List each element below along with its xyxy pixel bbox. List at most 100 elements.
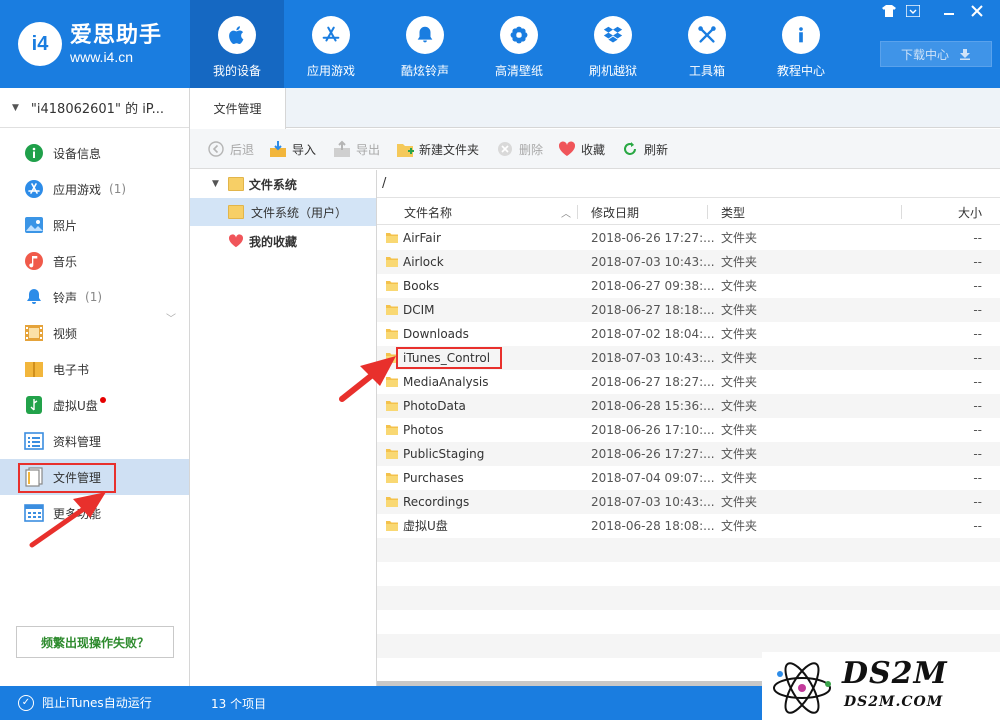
file-size: -- xyxy=(973,447,982,461)
table-row[interactable]: AirFair 2018-06-26 17:27:... 文件夹 -- xyxy=(377,226,1000,250)
refresh-icon xyxy=(621,140,639,158)
file-name: Purchases xyxy=(403,471,464,485)
table-row[interactable]: Downloads 2018-07-02 18:04:... 文件夹 -- xyxy=(377,322,1000,346)
sidebar-item-apps[interactable]: 应用游戏 (1) xyxy=(0,171,189,207)
help-failure-button[interactable]: 频繁出现操作失败？ xyxy=(16,626,174,658)
import-button[interactable]: 导入 xyxy=(269,139,316,159)
nav-my-device[interactable]: 我的设备 xyxy=(190,0,284,88)
file-size: -- xyxy=(973,303,982,317)
watermark-url: DS2M.COM xyxy=(844,694,944,710)
file-date: 2018-06-27 18:27:... xyxy=(591,375,715,389)
import-icon xyxy=(269,140,287,158)
close-icon[interactable] xyxy=(966,2,988,20)
tree-item-favorites[interactable]: 我的收藏 xyxy=(190,227,376,255)
table-row[interactable]: PublicStaging 2018-06-26 17:27:... 文件夹 -- xyxy=(377,442,1000,466)
device-selector[interactable]: ▼ "i418062601" 的 iP... xyxy=(0,88,189,128)
file-name: MediaAnalysis xyxy=(403,375,489,389)
logo-title: 爱思助手 xyxy=(70,23,163,48)
sidebar-item-more[interactable]: 更多功能 xyxy=(0,495,189,531)
download-center-button[interactable]: 下载中心 xyxy=(880,41,992,67)
file-type: 文件夹 xyxy=(721,327,758,341)
table-row[interactable]: MediaAnalysis 2018-06-27 18:27:... 文件夹 -- xyxy=(377,370,1000,394)
empty-row xyxy=(377,562,1000,586)
file-name: 虚拟U盘 xyxy=(403,519,448,533)
tools-icon xyxy=(688,16,726,54)
table-row[interactable]: PhotoData 2018-06-28 15:36:... 文件夹 -- xyxy=(377,394,1000,418)
file-name: PhotoData xyxy=(403,399,466,413)
column-type[interactable]: 类型 xyxy=(721,199,745,225)
tree-item-filesystem-user[interactable]: 文件系统（用户） xyxy=(190,198,376,226)
nav-ringtones[interactable]: 酷炫铃声 xyxy=(378,0,472,88)
nav-flash-jailbreak[interactable]: 刷机越狱 xyxy=(566,0,660,88)
app-logo: i4 爱思助手 www.i4.cn xyxy=(18,18,188,70)
tab-file-management[interactable]: 文件管理 xyxy=(190,88,286,129)
folder-icon xyxy=(386,449,398,459)
file-name: AirFair xyxy=(403,231,441,245)
empty-row xyxy=(377,586,1000,610)
file-type: 文件夹 xyxy=(721,495,758,509)
download-icon xyxy=(960,49,970,60)
sidebar-item-virtual-usb[interactable]: 虚拟U盘 xyxy=(0,387,189,423)
table-row[interactable]: 虚拟U盘 2018-06-28 18:08:... 文件夹 -- xyxy=(377,514,1000,538)
check-icon: ✓ xyxy=(18,694,34,711)
export-button[interactable]: 导出 xyxy=(333,139,380,159)
back-arrow-icon xyxy=(207,140,225,158)
table-row[interactable]: Purchases 2018-07-04 09:07:... 文件夹 -- xyxy=(377,466,1000,490)
sidebar-item-data-management[interactable]: 资料管理 xyxy=(0,423,189,459)
table-row[interactable]: Books 2018-06-27 09:38:... 文件夹 -- xyxy=(377,274,1000,298)
sidebar-item-ebooks[interactable]: 电子书 xyxy=(0,351,189,387)
file-name: PublicStaging xyxy=(403,447,485,461)
nav-toolbox[interactable]: 工具箱 xyxy=(660,0,754,88)
column-name[interactable]: 文件名称 xyxy=(404,199,452,225)
delete-button[interactable]: 删除 xyxy=(496,139,543,159)
file-date: 2018-07-03 10:43:... xyxy=(591,255,715,269)
file-type: 文件夹 xyxy=(721,351,758,365)
sort-asc-icon: ︿ xyxy=(561,209,571,220)
tab-bar: 文件管理 xyxy=(190,88,1000,129)
sidebar-item-ringtones[interactable]: 铃声 (1) xyxy=(0,279,189,315)
table-row[interactable]: DCIM 2018-06-27 18:18:... 文件夹 -- xyxy=(377,298,1000,322)
file-name: DCIM xyxy=(403,303,435,317)
new-folder-button[interactable]: 新建文件夹 xyxy=(396,139,479,159)
info-icon xyxy=(782,16,820,54)
block-itunes-toggle[interactable]: ✓ 阻止iTunes自动运行 xyxy=(18,694,152,711)
sidebar-item-music[interactable]: 音乐 xyxy=(0,243,189,279)
sidebar-item-videos[interactable]: 视频 xyxy=(0,315,189,351)
menu-icon[interactable] xyxy=(902,2,924,20)
sidebar-item-photos[interactable]: 照片 xyxy=(0,207,189,243)
minimize-icon[interactable] xyxy=(938,2,960,20)
table-row[interactable]: iTunes_Control 2018-07-03 10:43:... 文件夹 -- xyxy=(377,346,1000,370)
table-row[interactable]: Recordings 2018-07-03 10:43:... 文件夹 -- xyxy=(377,490,1000,514)
file-date: 2018-06-26 17:27:... xyxy=(591,231,715,245)
path-bar[interactable]: / xyxy=(377,170,1000,198)
nav-apps-games[interactable]: 应用游戏 xyxy=(284,0,378,88)
file-size: -- xyxy=(973,327,982,341)
file-type: 文件夹 xyxy=(721,471,758,485)
file-size: -- xyxy=(973,375,982,389)
file-date: 2018-06-27 09:38:... xyxy=(591,279,715,293)
toolbar: 后退 导入 导出 新建文件夹 删除 收藏 刷新 xyxy=(190,129,1000,169)
sidebar-item-file-management[interactable]: 文件管理 xyxy=(0,459,189,495)
nav-wallpapers[interactable]: 高清壁纸 xyxy=(472,0,566,88)
notification-dot xyxy=(99,397,106,403)
nav-tutorials[interactable]: 教程中心 xyxy=(754,0,848,88)
logo-url: www.i4.cn xyxy=(70,49,134,65)
column-date[interactable]: 修改日期 xyxy=(591,199,639,225)
triangle-down-icon: ▼ xyxy=(12,102,19,113)
chevron-down-icon[interactable]: ﹀ xyxy=(166,310,176,325)
folder-icon xyxy=(228,205,244,219)
file-size: -- xyxy=(973,471,982,485)
skin-icon[interactable] xyxy=(878,2,900,20)
favorite-button[interactable]: 收藏 xyxy=(558,139,605,159)
sidebar-item-device-info[interactable]: 设备信息 xyxy=(0,135,189,171)
column-size[interactable]: 大小 xyxy=(958,199,982,225)
file-name: Books xyxy=(403,279,440,293)
refresh-button[interactable]: 刷新 xyxy=(621,139,668,159)
new-folder-icon xyxy=(396,140,414,158)
table-row[interactable]: Photos 2018-06-26 17:10:... 文件夹 -- xyxy=(377,418,1000,442)
back-button[interactable]: 后退 xyxy=(207,139,254,159)
table-row[interactable]: Airlock 2018-07-03 10:43:... 文件夹 -- xyxy=(377,250,1000,274)
watermark: DS2M DS2M.COM xyxy=(762,652,1000,720)
tree-item-filesystem[interactable]: ▼ 文件系统 xyxy=(190,170,376,198)
file-size: -- xyxy=(973,423,982,437)
